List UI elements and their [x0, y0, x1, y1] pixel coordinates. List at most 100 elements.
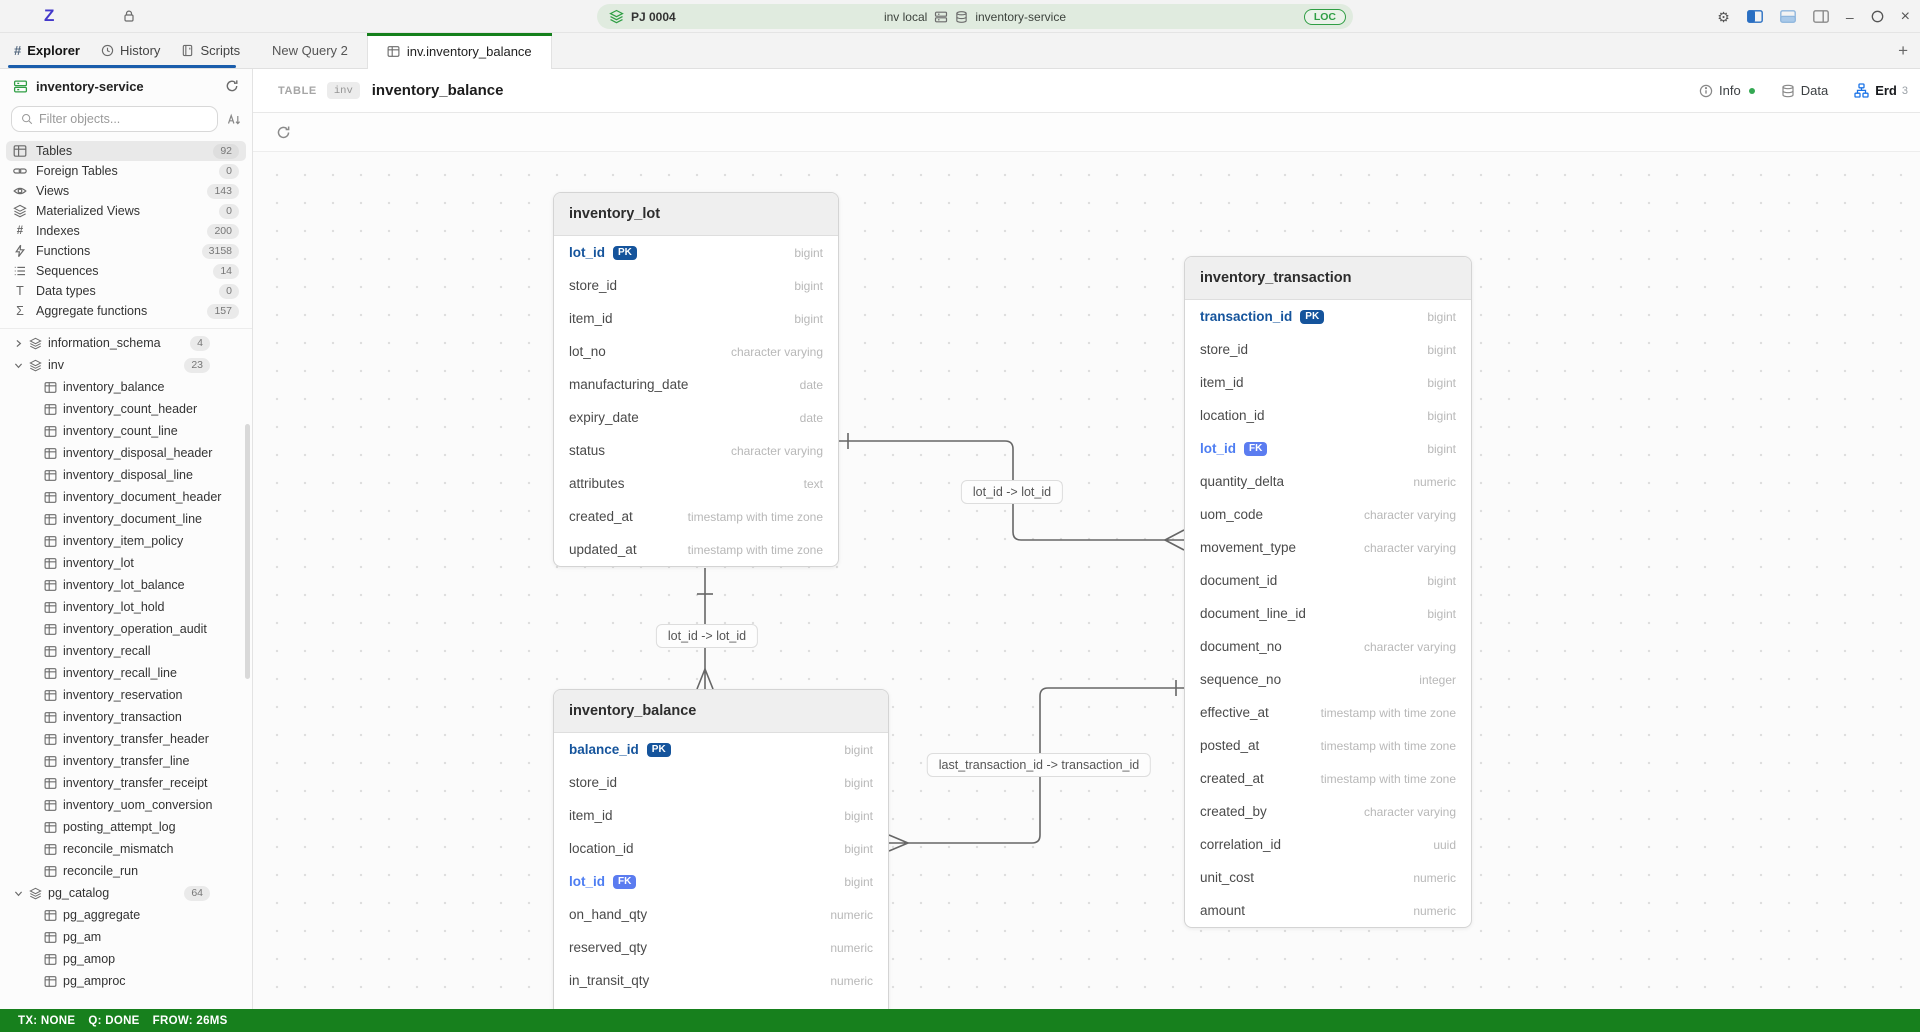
relation-label[interactable]: last_transaction_id -> transaction_id [927, 753, 1151, 777]
tree-table-inventory_reservation[interactable]: inventory_reservation [0, 684, 252, 706]
tree-schema-pg_catalog[interactable]: pg_catalog64 [0, 882, 252, 904]
sidebar-item-materialized-views[interactable]: Materialized Views 0 [6, 201, 246, 221]
tab-scripts[interactable]: Scripts [181, 43, 240, 58]
column-name: quantity_delta [1200, 474, 1284, 489]
erd-entity-inventory_transaction[interactable]: inventory_transactiontransaction_idPKbig… [1184, 256, 1472, 928]
tree-table-inventory_balance[interactable]: inventory_balance [0, 376, 252, 398]
tree-table-pg_aggregate[interactable]: pg_aggregate [0, 904, 252, 926]
settings-gear-icon[interactable]: ⚙ [1717, 10, 1730, 24]
column-name: document_line_id [1200, 606, 1306, 621]
maximize-button[interactable] [1871, 10, 1884, 23]
sort-filter-icon[interactable] [227, 113, 241, 126]
sidebar-item-aggregate-functions[interactable]: Σ Aggregate functions 157 [6, 301, 246, 321]
layout-left-panel-icon[interactable] [1747, 10, 1763, 23]
tree-table-reconcile_mismatch[interactable]: reconcile_mismatch [0, 838, 252, 860]
tree-label: inventory_reservation [63, 688, 183, 702]
layout-right-panel-icon[interactable] [1813, 10, 1829, 23]
sidebar-item-functions[interactable]: Functions 3158 [6, 241, 246, 261]
sidebar-item-indexes[interactable]: # Indexes 200 [6, 221, 246, 241]
column-name: item_id [569, 808, 613, 823]
tab-history[interactable]: History [101, 43, 160, 58]
tree-table-inventory_lot[interactable]: inventory_lot [0, 552, 252, 574]
tree-table-inventory_document_line[interactable]: inventory_document_line [0, 508, 252, 530]
connection-pill[interactable]: PJ 0004 inv local inventory-service LOC [597, 4, 1353, 29]
tree-table-pg_amproc[interactable]: pg_amproc [0, 970, 252, 992]
entity-column-sequence_no: sequence_nointeger [1185, 663, 1471, 696]
pk-key-badge: PK [1300, 310, 1324, 324]
column-name: store_id [569, 775, 617, 790]
column-name: created_by [1200, 804, 1267, 819]
tree-label: inventory_count_header [63, 402, 197, 416]
schema-badge: inv [327, 82, 360, 99]
tab-erd[interactable]: Erd 3 [1854, 83, 1908, 98]
tab-data[interactable]: Data [1781, 83, 1828, 98]
column-type: character varying [731, 345, 823, 359]
entity-column-lot_id: lot_idPKbigint [554, 236, 838, 269]
tab-new-query-2[interactable]: New Query 2 [253, 33, 367, 68]
tree-table-inventory_lot_balance[interactable]: inventory_lot_balance [0, 574, 252, 596]
new-tab-button[interactable]: + [1898, 42, 1908, 59]
database-icon [955, 10, 968, 24]
sidebar-scrollbar[interactable] [245, 424, 250, 679]
layout-bottom-panel-icon[interactable] [1780, 10, 1796, 23]
sidebar-item-views[interactable]: Views 143 [6, 181, 246, 201]
tree-table-inventory_lot_hold[interactable]: inventory_lot_hold [0, 596, 252, 618]
chevron-down-icon[interactable] [14, 889, 23, 898]
chevron-down-icon[interactable] [14, 361, 23, 370]
tree-table-pg_amop[interactable]: pg_amop [0, 948, 252, 970]
minimize-button[interactable]: – [1846, 10, 1854, 24]
tree-table-inventory_uom_conversion[interactable]: inventory_uom_conversion [0, 794, 252, 816]
erd-canvas[interactable]: lot_id -> lot_id lot_id -> lot_id last_t… [253, 113, 1920, 1009]
tree-table-inventory_transaction[interactable]: inventory_transaction [0, 706, 252, 728]
tab-explorer[interactable]: # Explorer [14, 43, 80, 58]
tree-schema-information_schema[interactable]: information_schema4 [0, 332, 252, 354]
tree-table-inventory_count_header[interactable]: inventory_count_header [0, 398, 252, 420]
erd-entity-inventory_lot[interactable]: inventory_lotlot_idPKbigintstore_idbigin… [553, 192, 839, 567]
column-type: bigint [1427, 310, 1456, 324]
count-badge: 64 [184, 886, 210, 901]
tree-table-inventory_transfer_receipt[interactable]: inventory_transfer_receipt [0, 772, 252, 794]
tree-table-inventory_recall[interactable]: inventory_recall [0, 640, 252, 662]
refresh-icon[interactable] [225, 79, 239, 93]
sidebar-item-tables[interactable]: Tables 92 [6, 141, 246, 161]
relation-label[interactable]: lot_id -> lot_id [961, 480, 1063, 504]
tree-table-posting_attempt_log[interactable]: posting_attempt_log [0, 816, 252, 838]
tree-table-inventory_recall_line[interactable]: inventory_recall_line [0, 662, 252, 684]
tree-table-pg_am[interactable]: pg_am [0, 926, 252, 948]
sidebar-item-data-types[interactable]: T Data types 0 [6, 281, 246, 301]
sidebar-item-sequences[interactable]: Sequences 14 [6, 261, 246, 281]
tree-table-inventory_transfer_header[interactable]: inventory_transfer_header [0, 728, 252, 750]
tree-table-inventory_item_policy[interactable]: inventory_item_policy [0, 530, 252, 552]
chevron-right-icon[interactable] [14, 339, 23, 348]
column-type: bigint [844, 809, 873, 823]
column-name: updated_at [569, 542, 637, 557]
tree-table-inventory_document_header[interactable]: inventory_document_header [0, 486, 252, 508]
tree-table-inventory_count_line[interactable]: inventory_count_line [0, 420, 252, 442]
table-grid-icon [44, 953, 57, 966]
tab-bar: # Explorer History Scripts New Query 2 i… [0, 33, 1920, 69]
table-grid-icon [44, 513, 57, 526]
tree-table-inventory_transfer_line[interactable]: inventory_transfer_line [0, 750, 252, 772]
table-grid-icon [44, 491, 57, 504]
tree-table-reconcile_run[interactable]: reconcile_run [0, 860, 252, 882]
column-type: bigint [1427, 574, 1456, 588]
sidebar-item-foreign-tables[interactable]: Foreign Tables 0 [6, 161, 246, 181]
tab-inv-inventory-balance[interactable]: inv.inventory_balance [367, 33, 552, 69]
tree-label: inventory_recall_line [63, 666, 177, 680]
refresh-icon[interactable] [276, 125, 291, 140]
erd-entity-inventory_balance[interactable]: inventory_balancebalance_idPKbigintstore… [553, 689, 889, 1009]
info-icon [1699, 84, 1713, 98]
tree-table-inventory_disposal_line[interactable]: inventory_disposal_line [0, 464, 252, 486]
tree-label: inventory_operation_audit [63, 622, 207, 636]
tree-label: inventory_transfer_receipt [63, 776, 208, 790]
status-query: Q: DONE [88, 1015, 139, 1027]
column-type: character varying [1364, 508, 1456, 522]
tree-table-inventory_operation_audit[interactable]: inventory_operation_audit [0, 618, 252, 640]
tree-schema-inv[interactable]: inv23 [0, 354, 252, 376]
filter-objects-input[interactable]: Filter objects... [11, 106, 218, 132]
close-button[interactable]: × [1901, 9, 1910, 25]
tree-table-inventory_disposal_header[interactable]: inventory_disposal_header [0, 442, 252, 464]
divider [0, 328, 252, 329]
relation-label[interactable]: lot_id -> lot_id [656, 624, 758, 648]
tab-info[interactable]: Info [1699, 83, 1755, 98]
